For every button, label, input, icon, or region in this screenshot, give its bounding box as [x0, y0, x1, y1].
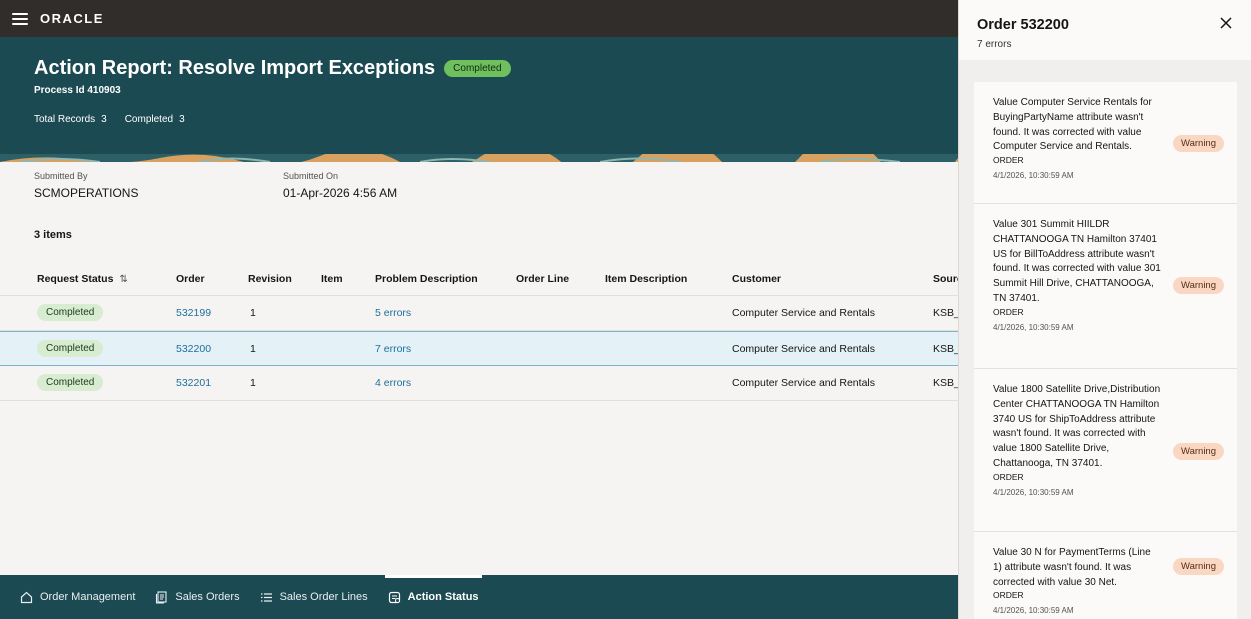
column-header-item-description[interactable]: Item Description	[605, 273, 687, 285]
revision-cell: 1	[250, 343, 256, 355]
error-message: Value Computer Service Rentals for Buyin…	[993, 97, 1152, 153]
total-records-label: Total Records	[34, 114, 96, 125]
requests-table: Request Status ⇅ Order Revision Item Prob…	[0, 262, 963, 401]
source-cell: KSB_	[933, 377, 960, 389]
oracle-logo: ORACLE	[40, 11, 104, 26]
bottom-navigation: Order Management Sales Orders Sales Orde…	[0, 575, 958, 619]
header-decoration	[0, 154, 958, 162]
warning-badge: Warning	[1172, 277, 1224, 294]
customer-cell: Computer Service and Rentals	[732, 377, 875, 389]
completed-value: 3	[179, 114, 185, 125]
error-timestamp: 4/1/2026, 10:30:59 AM	[993, 171, 1074, 181]
warning-badge: Warning	[1172, 558, 1224, 575]
table-row[interactable]: Completed 532200 1 7 errors Computer Ser…	[0, 331, 960, 366]
total-records-value: 3	[101, 114, 107, 125]
warning-badge: Warning	[1172, 135, 1224, 152]
documents-icon	[155, 590, 168, 604]
table-header: Request Status ⇅ Order Revision Item Prob…	[0, 262, 963, 296]
problem-description-link[interactable]: 7 errors	[375, 343, 411, 355]
submitted-on-label: Submitted On	[283, 171, 339, 181]
error-message: Value 30 N for PaymentTerms (Line 1) att…	[993, 547, 1151, 588]
home-icon	[20, 591, 33, 604]
status-pill: Completed	[37, 374, 104, 391]
error-message: Value 1800 Satellite Drive,Distribution …	[993, 384, 1161, 469]
nav-item-action-status[interactable]: Action Status	[384, 575, 482, 619]
error-type: ORDER	[993, 155, 1024, 166]
column-header-request-status[interactable]: Request Status ⇅	[37, 273, 128, 285]
error-card: Value 1800 Satellite Drive,Distribution …	[974, 369, 1237, 532]
submitted-on: Submitted On 01-Apr-2026 4:56 AM	[283, 171, 397, 200]
error-card: Value 30 N for PaymentTerms (Line 1) att…	[974, 532, 1237, 619]
customer-cell: Computer Service and Rentals	[732, 307, 875, 319]
submitted-by: Submitted By SCMOPERATIONS	[34, 171, 138, 200]
column-header-problem-description[interactable]: Problem Description	[375, 273, 478, 285]
revision-cell: 1	[250, 307, 256, 319]
drawer-title: Order 532200	[977, 17, 1069, 33]
sort-icon[interactable]: ⇅	[119, 274, 127, 285]
error-card: Value 301 Summit HIILDR CHATTANOOGA TN H…	[974, 204, 1237, 369]
error-type: ORDER	[993, 306, 1024, 317]
error-type: ORDER	[993, 471, 1024, 482]
column-header-item[interactable]: Item	[321, 273, 343, 285]
status-badge: Completed	[444, 60, 511, 77]
drawer-subtitle: 7 errors	[977, 39, 1012, 50]
submitted-by-value: SCMOPERATIONS	[34, 186, 139, 200]
column-header-order[interactable]: Order	[176, 273, 205, 285]
title-row: Action Report: Resolve Import Exceptions…	[34, 57, 511, 80]
order-link[interactable]: 532201	[176, 377, 211, 389]
nav-label: Order Management	[40, 591, 136, 603]
error-timestamp: 4/1/2026, 10:30:59 AM	[993, 322, 1074, 332]
order-link[interactable]: 532199	[176, 307, 211, 319]
order-errors-drawer: Order 532200 7 errors Value Computer Ser…	[958, 0, 1251, 619]
submitted-on-value: 01-Apr-2026 4:56 AM	[283, 186, 398, 200]
error-message: Value 301 Summit HIILDR CHATTANOOGA TN H…	[993, 219, 1161, 304]
error-card: Value Computer Service Rentals for Buyin…	[974, 82, 1237, 204]
nav-label: Action Status	[407, 591, 479, 603]
problem-description-link[interactable]: 4 errors	[375, 377, 411, 389]
status-pill: Completed	[37, 304, 104, 321]
warning-badge: Warning	[1172, 443, 1224, 460]
total-records: Total Records 3	[34, 114, 107, 125]
list-icon	[260, 591, 273, 604]
page-header: Action Report: Resolve Import Exceptions…	[0, 37, 958, 162]
column-header-customer[interactable]: Customer	[732, 273, 781, 285]
items-count: 3 items	[34, 229, 72, 241]
source-cell: KSB_	[933, 343, 960, 355]
revision-cell: 1	[250, 377, 256, 389]
status-pill: Completed	[37, 340, 104, 357]
page-title: Action Report: Resolve Import Exceptions	[34, 57, 436, 79]
close-icon[interactable]	[1219, 16, 1233, 30]
drawer-header: Order 532200 7 errors	[959, 0, 1251, 60]
column-header-order-line[interactable]: Order Line	[516, 273, 569, 285]
problem-description-link[interactable]: 5 errors	[375, 307, 411, 319]
error-timestamp: 4/1/2026, 10:30:59 AM	[993, 606, 1074, 616]
report-icon	[388, 591, 401, 604]
record-counts: Total Records 3 Completed 3	[34, 114, 185, 125]
error-list: Value Computer Service Rentals for Buyin…	[974, 82, 1237, 619]
completed-label: Completed	[124, 114, 174, 125]
nav-item-sales-orders[interactable]: Sales Orders	[155, 575, 240, 619]
column-header-revision[interactable]: Revision	[248, 273, 292, 285]
source-cell: KSB_	[933, 307, 960, 319]
nav-label: Sales Orders	[175, 591, 240, 603]
hamburger-menu-icon[interactable]	[12, 12, 28, 25]
table-row[interactable]: Completed 532201 1 4 errors Computer Ser…	[0, 366, 960, 401]
top-bar: ORACLE	[0, 0, 958, 37]
customer-cell: Computer Service and Rentals	[732, 343, 875, 355]
nav-label: Sales Order Lines	[279, 591, 368, 603]
order-link[interactable]: 532200	[176, 343, 211, 355]
completed-records: Completed 3	[125, 114, 185, 125]
table-row[interactable]: Completed 532199 1 5 errors Computer Ser…	[0, 296, 960, 331]
process-id: Process Id 410903	[34, 85, 121, 96]
column-label: Request Status	[37, 273, 114, 285]
nav-item-order-management[interactable]: Order Management	[20, 575, 135, 619]
error-timestamp: 4/1/2026, 10:30:59 AM	[993, 487, 1074, 497]
error-type: ORDER	[993, 590, 1024, 601]
submitted-by-label: Submitted By	[34, 171, 88, 181]
nav-item-sales-order-lines[interactable]: Sales Order Lines	[260, 575, 368, 619]
